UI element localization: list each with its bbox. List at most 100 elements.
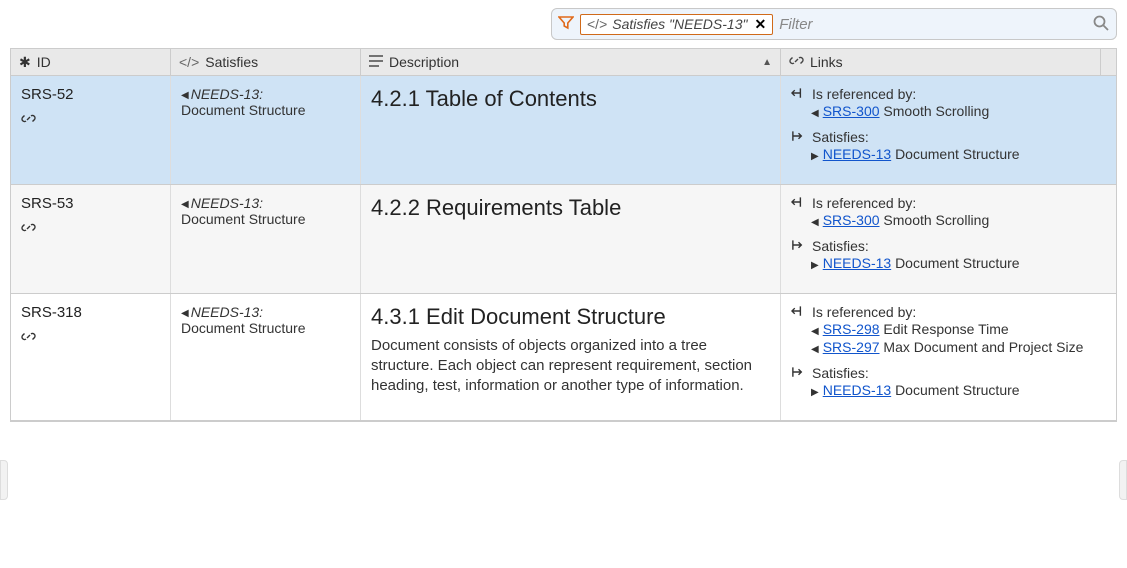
satisfies-cell: ◀NEEDS-13:Document Structure [171, 76, 361, 184]
col-header-id[interactable]: ✱ ID [11, 49, 171, 75]
code-icon: </> [587, 16, 607, 32]
link-group: Is referenced by:◀SRS-300 Smooth Scrolli… [791, 195, 1107, 230]
col-label: Satisfies [205, 54, 258, 70]
link-id[interactable]: NEEDS-13 [823, 255, 891, 271]
satisfies-id: NEEDS-13: [191, 86, 263, 102]
triangle-icon: ▶ [811, 381, 819, 400]
link-label: Smooth Scrolling [883, 212, 989, 228]
satisfies-label: Document Structure [181, 102, 306, 118]
description-cell: 4.3.1 Edit Document Structure Document co… [361, 294, 781, 421]
id-cell: SRS-52 [11, 76, 171, 184]
direction-icon [791, 365, 806, 381]
triangle-left-icon: ◀ [181, 90, 191, 101]
direction-icon [791, 304, 806, 320]
link-entry: ◀SRS-298 Edit Response Time [811, 320, 1107, 339]
close-icon[interactable]: ✕ [752, 16, 768, 33]
description-title: 4.2.1 Table of Contents [371, 86, 770, 112]
table-row[interactable]: SRS-53◀NEEDS-13:Document Structure4.2.2 … [11, 185, 1116, 294]
triangle-left-icon: ◀ [181, 199, 191, 210]
link-group: Satisfies:▶NEEDS-13 Document Structure [791, 238, 1107, 273]
row-id: SRS-52 [21, 86, 160, 103]
link-label: Document Structure [895, 255, 1020, 271]
direction-icon [791, 129, 806, 145]
col-header-links[interactable]: Links [781, 49, 1101, 75]
code-icon: </> [179, 54, 199, 70]
link-entry: ◀SRS-300 Smooth Scrolling [811, 211, 1107, 230]
filter-chip-text: Satisfies "NEEDS-13" [612, 16, 747, 32]
search-icon[interactable] [1092, 14, 1110, 35]
link-group-label: Satisfies: [812, 129, 869, 145]
description-title: 4.2.2 Requirements Table [371, 195, 770, 221]
link-group-label: Is referenced by: [812, 86, 916, 102]
link-id[interactable]: SRS-298 [823, 321, 880, 337]
link-entry: ◀SRS-297 Max Document and Project Size [811, 338, 1107, 357]
link-group: Satisfies:▶NEEDS-13 Document Structure [791, 365, 1107, 400]
links-cell: Is referenced by:◀SRS-300 Smooth Scrolli… [781, 76, 1116, 184]
filter-funnel-icon[interactable] [558, 15, 574, 34]
link-group-label: Is referenced by: [812, 195, 916, 211]
link-entry: ▶NEEDS-13 Document Structure [811, 381, 1107, 400]
link-id[interactable]: NEEDS-13 [823, 146, 891, 162]
link-group-label: Is referenced by: [812, 304, 916, 320]
triangle-icon: ◀ [811, 102, 819, 121]
link-icon [21, 111, 160, 130]
asterisk-icon: ✱ [19, 54, 31, 71]
satisfies-cell: ◀NEEDS-13:Document Structure [171, 185, 361, 293]
triangle-icon: ▶ [811, 145, 819, 164]
row-id: SRS-53 [21, 195, 160, 212]
link-group: Is referenced by:◀SRS-298 Edit Response … [791, 304, 1107, 358]
link-id[interactable]: SRS-300 [823, 103, 880, 119]
link-group: Is referenced by:◀SRS-300 Smooth Scrolli… [791, 86, 1107, 121]
filter-input[interactable] [779, 16, 1086, 33]
right-drawer-handle[interactable] [1119, 460, 1127, 500]
triangle-icon: ◀ [811, 338, 819, 357]
description-title: 4.3.1 Edit Document Structure [371, 304, 770, 330]
row-id: SRS-318 [21, 304, 160, 321]
link-icon [21, 329, 160, 348]
description-cell: 4.2.1 Table of Contents [361, 76, 781, 184]
direction-icon [791, 195, 806, 211]
satisfies-label: Document Structure [181, 211, 306, 227]
id-cell: SRS-53 [11, 185, 171, 293]
satisfies-cell: ◀NEEDS-13:Document Structure [171, 294, 361, 421]
description-body: Document consists of objects organized i… [371, 336, 770, 397]
triangle-icon: ▶ [811, 254, 819, 273]
triangle-icon: ◀ [811, 320, 819, 339]
table-row[interactable]: SRS-318◀NEEDS-13:Document Structure4.3.1… [11, 294, 1116, 422]
link-icon [789, 53, 804, 71]
link-icon [21, 220, 160, 239]
link-entry: ▶NEEDS-13 Document Structure [811, 254, 1107, 273]
satisfies-label: Document Structure [181, 320, 306, 336]
table-row[interactable]: SRS-52◀NEEDS-13:Document Structure4.2.1 … [11, 76, 1116, 185]
lines-icon [369, 54, 383, 70]
direction-icon [791, 238, 806, 254]
filter-bar: </> Satisfies "NEEDS-13" ✕ [551, 8, 1117, 40]
link-id[interactable]: SRS-300 [823, 212, 880, 228]
link-group-label: Satisfies: [812, 365, 869, 381]
link-id[interactable]: NEEDS-13 [823, 382, 891, 398]
column-picker-button[interactable] [1101, 49, 1117, 75]
satisfies-id: NEEDS-13: [191, 195, 263, 211]
link-label: Edit Response Time [883, 321, 1008, 337]
table-header: ✱ ID </> Satisfies Description ▲ Links [11, 49, 1116, 76]
links-cell: Is referenced by:◀SRS-298 Edit Response … [781, 294, 1116, 421]
id-cell: SRS-318 [11, 294, 171, 421]
link-entry: ▶NEEDS-13 Document Structure [811, 145, 1107, 164]
link-label: Document Structure [895, 382, 1020, 398]
description-cell: 4.2.2 Requirements Table [361, 185, 781, 293]
left-drawer-handle[interactable] [0, 460, 8, 500]
requirements-table: ✱ ID </> Satisfies Description ▲ Links S… [10, 48, 1117, 422]
link-label: Max Document and Project Size [883, 339, 1083, 355]
link-label: Smooth Scrolling [883, 103, 989, 119]
link-entry: ◀SRS-300 Smooth Scrolling [811, 102, 1107, 121]
filter-chip[interactable]: </> Satisfies "NEEDS-13" ✕ [580, 14, 773, 35]
triangle-icon: ◀ [811, 211, 819, 230]
link-id[interactable]: SRS-297 [823, 339, 880, 355]
link-group: Satisfies:▶NEEDS-13 Document Structure [791, 129, 1107, 164]
sort-asc-icon: ▲ [762, 57, 772, 68]
col-header-satisfies[interactable]: </> Satisfies [171, 49, 361, 75]
col-header-description[interactable]: Description ▲ [361, 49, 781, 75]
table-body: SRS-52◀NEEDS-13:Document Structure4.2.1 … [11, 76, 1116, 421]
triangle-left-icon: ◀ [181, 308, 191, 319]
col-label: Description [389, 54, 459, 70]
